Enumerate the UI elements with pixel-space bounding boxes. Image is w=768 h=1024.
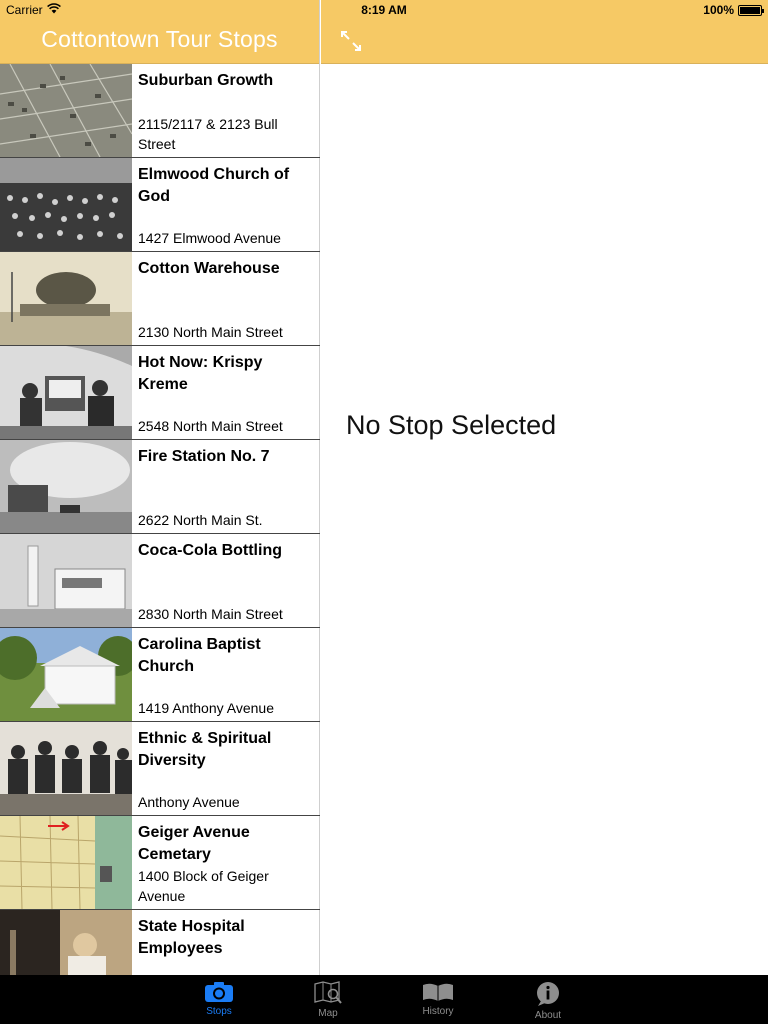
stop-text: State Hospital Employees	[132, 910, 320, 975]
stop-thumbnail	[0, 534, 132, 627]
stop-title: State Hospital Employees	[138, 918, 245, 957]
list-item[interactable]: Coca-Cola Bottling 2830 North Main Stree…	[0, 534, 320, 628]
stop-thumbnail	[0, 440, 132, 533]
status-bar: Carrier 8:19 AM 100%	[0, 0, 768, 20]
stop-text: Carolina Baptist Church 1419 Anthony Ave…	[132, 628, 320, 721]
stop-thumbnail	[0, 252, 132, 345]
list-item[interactable]: Elmwood Church of God 1427 Elmwood Avenu…	[0, 158, 320, 252]
stop-thumbnail	[0, 64, 132, 157]
list-item[interactable]: Ethnic & Spiritual Diversity Anthony Ave…	[0, 722, 320, 816]
stop-title: Suburban Growth	[138, 72, 274, 89]
info-icon	[537, 982, 559, 1006]
list-item[interactable]: Carolina Baptist Church 1419 Anthony Ave…	[0, 628, 320, 722]
list-item[interactable]: Geiger Avenue Cemetary 1400 Block of Gei…	[0, 816, 320, 910]
stop-title: Carolina Baptist Church	[138, 636, 261, 675]
stop-title: Hot Now: Krispy Kreme	[138, 354, 263, 393]
detail-pane: No Stop Selected	[321, 0, 768, 975]
stop-address: 2622 North Main St.	[138, 512, 263, 528]
stop-address: 1427 Elmwood Avenue	[138, 230, 281, 246]
page-title: Cottontown Tour Stops	[41, 26, 278, 52]
status-time: 8:19 AM	[361, 3, 407, 17]
stop-title: Cotton Warehouse	[138, 260, 280, 277]
stop-thumbnail	[0, 158, 132, 251]
list-item[interactable]: Cotton Warehouse 2130 North Main Street	[0, 252, 320, 346]
stop-thumbnail	[0, 628, 132, 721]
stop-text: Suburban Growth 2115/2117 & 2123 Bull St…	[132, 64, 320, 157]
stop-text: Fire Station No. 7 2622 North Main St.	[132, 440, 320, 533]
list-item[interactable]: Suburban Growth 2115/2117 & 2123 Bull St…	[0, 64, 320, 158]
stop-address: 2115/2117 & 2123 Bull Street	[138, 116, 278, 152]
list-item[interactable]: Fire Station No. 7 2622 North Main St.	[0, 440, 320, 534]
stop-thumbnail	[0, 816, 132, 909]
stop-thumbnail	[0, 910, 132, 975]
expand-icon[interactable]	[339, 29, 363, 53]
stop-thumbnail	[0, 346, 132, 439]
stop-text: Geiger Avenue Cemetary 1400 Block of Gei…	[132, 816, 320, 909]
tab-bar: Stops Map History About	[0, 975, 768, 1024]
stop-title: Ethnic & Spiritual Diversity	[138, 730, 272, 769]
stop-title: Fire Station No. 7	[138, 448, 270, 465]
tab-label: Stops	[206, 1006, 232, 1017]
book-icon	[423, 983, 453, 1001]
stop-address: 2830 North Main Street	[138, 606, 283, 622]
master-pane: Cottontown Tour Stops Suburban Growth 21…	[0, 0, 320, 975]
tab-map[interactable]: Map	[298, 975, 358, 1024]
stop-address: 1400 Block of Geiger Avenue	[138, 868, 269, 904]
stop-text: Elmwood Church of God 1427 Elmwood Avenu…	[132, 158, 320, 251]
stop-title: Geiger Avenue Cemetary	[138, 824, 250, 863]
stop-text: Coca-Cola Bottling 2830 North Main Stree…	[132, 534, 320, 627]
stop-address: 2130 North Main Street	[138, 324, 283, 340]
tab-stops[interactable]: Stops	[189, 975, 249, 1024]
battery-icon	[738, 4, 764, 16]
status-battery-group: 100%	[703, 3, 764, 17]
tab-label: About	[534, 1010, 562, 1021]
stop-text: Cotton Warehouse 2130 North Main Street	[132, 252, 320, 345]
stop-address: Anthony Avenue	[138, 794, 240, 810]
stop-title: Elmwood Church of God	[138, 166, 290, 205]
camera-icon	[205, 982, 233, 1002]
stop-text: Hot Now: Krispy Kreme 2548 North Main St…	[132, 346, 320, 439]
tab-history[interactable]: History	[408, 975, 468, 1024]
tab-about[interactable]: About	[518, 975, 578, 1024]
stop-address: 2548 North Main Street	[138, 418, 283, 434]
battery-percent: 100%	[703, 3, 734, 17]
tab-label: Map	[318, 1008, 338, 1019]
stop-thumbnail	[0, 722, 132, 815]
stop-title: Coca-Cola Bottling	[138, 542, 282, 559]
stop-text: Ethnic & Spiritual Diversity Anthony Ave…	[132, 722, 320, 815]
list-item[interactable]: Hot Now: Krispy Kreme 2548 North Main St…	[0, 346, 320, 440]
stops-list[interactable]: Suburban Growth 2115/2117 & 2123 Bull St…	[0, 64, 320, 975]
list-item[interactable]: State Hospital Employees	[0, 910, 320, 975]
stop-address: 1419 Anthony Avenue	[138, 700, 274, 716]
empty-state-message: No Stop Selected	[346, 410, 557, 440]
tab-label: History	[422, 1006, 454, 1017]
map-icon	[314, 981, 342, 1004]
